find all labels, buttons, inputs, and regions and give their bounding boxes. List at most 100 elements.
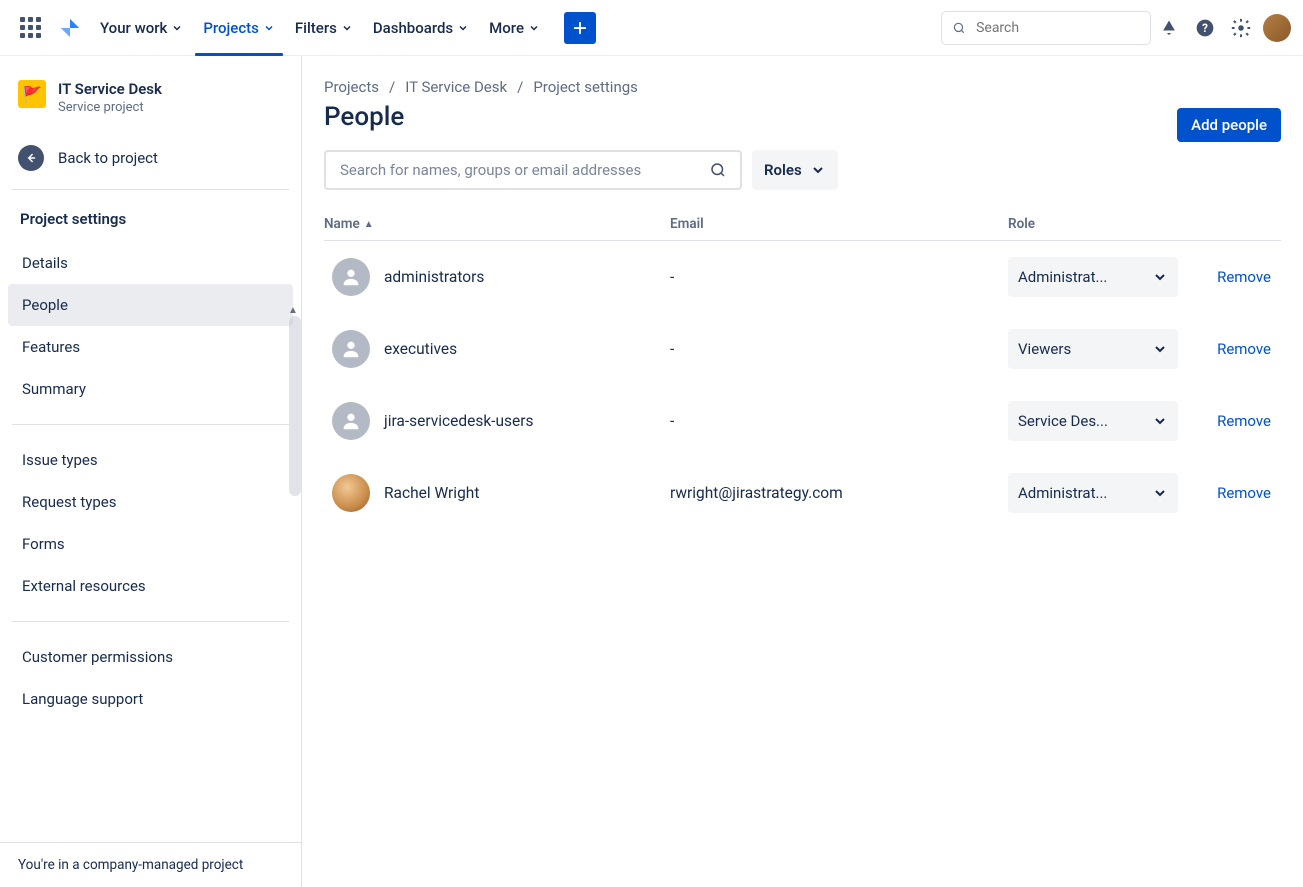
global-search[interactable] <box>941 11 1151 45</box>
sidebar-item-external-resources[interactable]: External resources <box>8 565 293 607</box>
member-name: jira-servicedesk-users <box>384 412 533 430</box>
app-switcher-button[interactable] <box>12 10 48 46</box>
name-cell: administrators <box>324 258 670 296</box>
search-icon <box>709 161 727 179</box>
table-row: Rachel Wright rwright@jirastrategy.com Adm… <box>324 457 1281 529</box>
sidebar-item-details[interactable]: Details <box>8 242 293 284</box>
chevron-down-icon <box>457 22 469 34</box>
roles-label: Roles <box>764 161 802 179</box>
gear-icon <box>1230 17 1252 39</box>
breadcrumb: Projects / IT Service Desk / Project set… <box>324 76 1281 96</box>
chevron-down-icon <box>1152 413 1168 429</box>
jira-logo-button[interactable] <box>52 10 88 46</box>
remove-button[interactable]: Remove <box>1211 339 1277 359</box>
sidebar-item-forms[interactable]: Forms <box>8 523 293 565</box>
svg-text:?: ? <box>1202 21 1208 35</box>
member-name: administrators <box>384 268 484 286</box>
role-value: Service Des... <box>1018 412 1108 430</box>
help-icon: ? <box>1195 18 1215 38</box>
group-avatar-icon <box>332 330 370 368</box>
bell-icon <box>1159 18 1179 38</box>
page-title: People <box>324 102 404 132</box>
table-row: executives -Viewers Remove <box>324 313 1281 385</box>
table-row: administrators -Administrat... Remove <box>324 241 1281 313</box>
scroll-up-icon: ▲ <box>287 304 299 316</box>
chevron-down-icon <box>171 22 183 34</box>
member-name: Rachel Wright <box>384 484 479 502</box>
email-cell: - <box>670 340 1008 358</box>
role-select[interactable]: Administrat... <box>1008 257 1178 297</box>
add-people-button[interactable]: Add people <box>1177 108 1281 142</box>
breadcrumb-link[interactable]: IT Service Desk <box>405 78 507 96</box>
table-body: administrators-Administrat...Removeexecu… <box>324 241 1281 529</box>
sidebar-heading: Project settings <box>8 204 293 242</box>
nav-label: Dashboards <box>373 19 453 37</box>
remove-button[interactable]: Remove <box>1211 411 1277 431</box>
user-avatar <box>332 474 370 512</box>
nav-your-work[interactable]: Your work <box>92 8 191 48</box>
chevron-down-icon <box>263 22 275 34</box>
chevron-down-icon <box>1152 341 1168 357</box>
table-row: jira-servicedesk-users -Service Des... Rem… <box>324 385 1281 457</box>
sort-asc-icon: ▲ <box>364 219 374 230</box>
jira-logo-icon <box>59 17 81 39</box>
sidebar-item-language-support[interactable]: Language support <box>8 678 293 720</box>
breadcrumb-link[interactable]: Project settings <box>533 78 638 96</box>
sidebar-item-people[interactable]: People <box>8 284 293 326</box>
nav-filters[interactable]: Filters <box>287 8 361 48</box>
create-button[interactable] <box>564 12 596 44</box>
scrollbar-thumb[interactable] <box>289 316 301 496</box>
main-content: Projects / IT Service Desk / Project set… <box>302 56 1303 887</box>
column-role[interactable]: Role <box>1008 216 1204 232</box>
settings-button[interactable] <box>1223 10 1259 46</box>
member-name: executives <box>384 340 457 358</box>
nav-label: Filters <box>295 19 337 37</box>
email-cell: - <box>670 268 1008 286</box>
sidebar-item-customer-permissions[interactable]: Customer permissions <box>8 636 293 678</box>
name-cell: jira-servicedesk-users <box>324 402 670 440</box>
chevron-down-icon <box>1152 269 1168 285</box>
apps-grid-icon <box>20 17 41 38</box>
people-search-button[interactable] <box>702 154 734 186</box>
sidebar-item-summary[interactable]: Summary <box>8 368 293 410</box>
chevron-down-icon <box>810 162 826 178</box>
people-search[interactable] <box>324 150 742 190</box>
roles-filter-button[interactable]: Roles <box>752 150 838 190</box>
project-icon: 🚩 <box>18 80 46 108</box>
project-header: 🚩 IT Service Desk Service project <box>8 80 293 125</box>
notifications-button[interactable] <box>1151 10 1187 46</box>
back-to-project[interactable]: Back to project <box>8 125 293 189</box>
project-type: Service project <box>58 100 162 115</box>
column-name[interactable]: Name ▲ <box>324 216 670 232</box>
nav-projects[interactable]: Projects <box>195 8 283 48</box>
email-cell: rwright@jirastrategy.com <box>670 484 1008 502</box>
nav-dashboards[interactable]: Dashboards <box>365 8 477 48</box>
top-nav: Your work Projects Filters Dashboards <box>0 0 1303 56</box>
role-select[interactable]: Administrat... <box>1008 473 1178 513</box>
sidebar-nav: DetailsPeopleFeaturesSummary Issue typesR… <box>8 242 293 720</box>
nav-label: More <box>489 19 524 37</box>
group-avatar-icon <box>332 402 370 440</box>
chevron-down-icon <box>528 22 540 34</box>
sidebar-item-request-types[interactable]: Request types <box>8 481 293 523</box>
group-avatar-icon <box>332 258 370 296</box>
remove-button[interactable]: Remove <box>1211 267 1277 287</box>
search-icon <box>952 20 966 36</box>
remove-button[interactable]: Remove <box>1211 483 1277 503</box>
column-email[interactable]: Email <box>670 216 1008 232</box>
role-select[interactable]: Service Des... <box>1008 401 1178 441</box>
email-cell: - <box>670 412 1008 430</box>
sidebar-item-features[interactable]: Features <box>8 326 293 368</box>
people-search-input[interactable] <box>338 160 702 180</box>
global-search-input[interactable] <box>974 19 1140 37</box>
help-button[interactable]: ? <box>1187 10 1223 46</box>
sidebar: 🚩 IT Service Desk Service project Back t… <box>0 56 302 887</box>
table-header: Name ▲ Email Role <box>324 216 1281 241</box>
nav-label: Your work <box>100 19 167 37</box>
breadcrumb-link[interactable]: Projects <box>324 78 379 96</box>
role-select[interactable]: Viewers <box>1008 329 1178 369</box>
sidebar-item-issue-types[interactable]: Issue types <box>8 439 293 481</box>
nav-more[interactable]: More <box>481 8 548 48</box>
role-value: Administrat... <box>1018 484 1107 502</box>
profile-avatar-button[interactable] <box>1263 14 1291 42</box>
